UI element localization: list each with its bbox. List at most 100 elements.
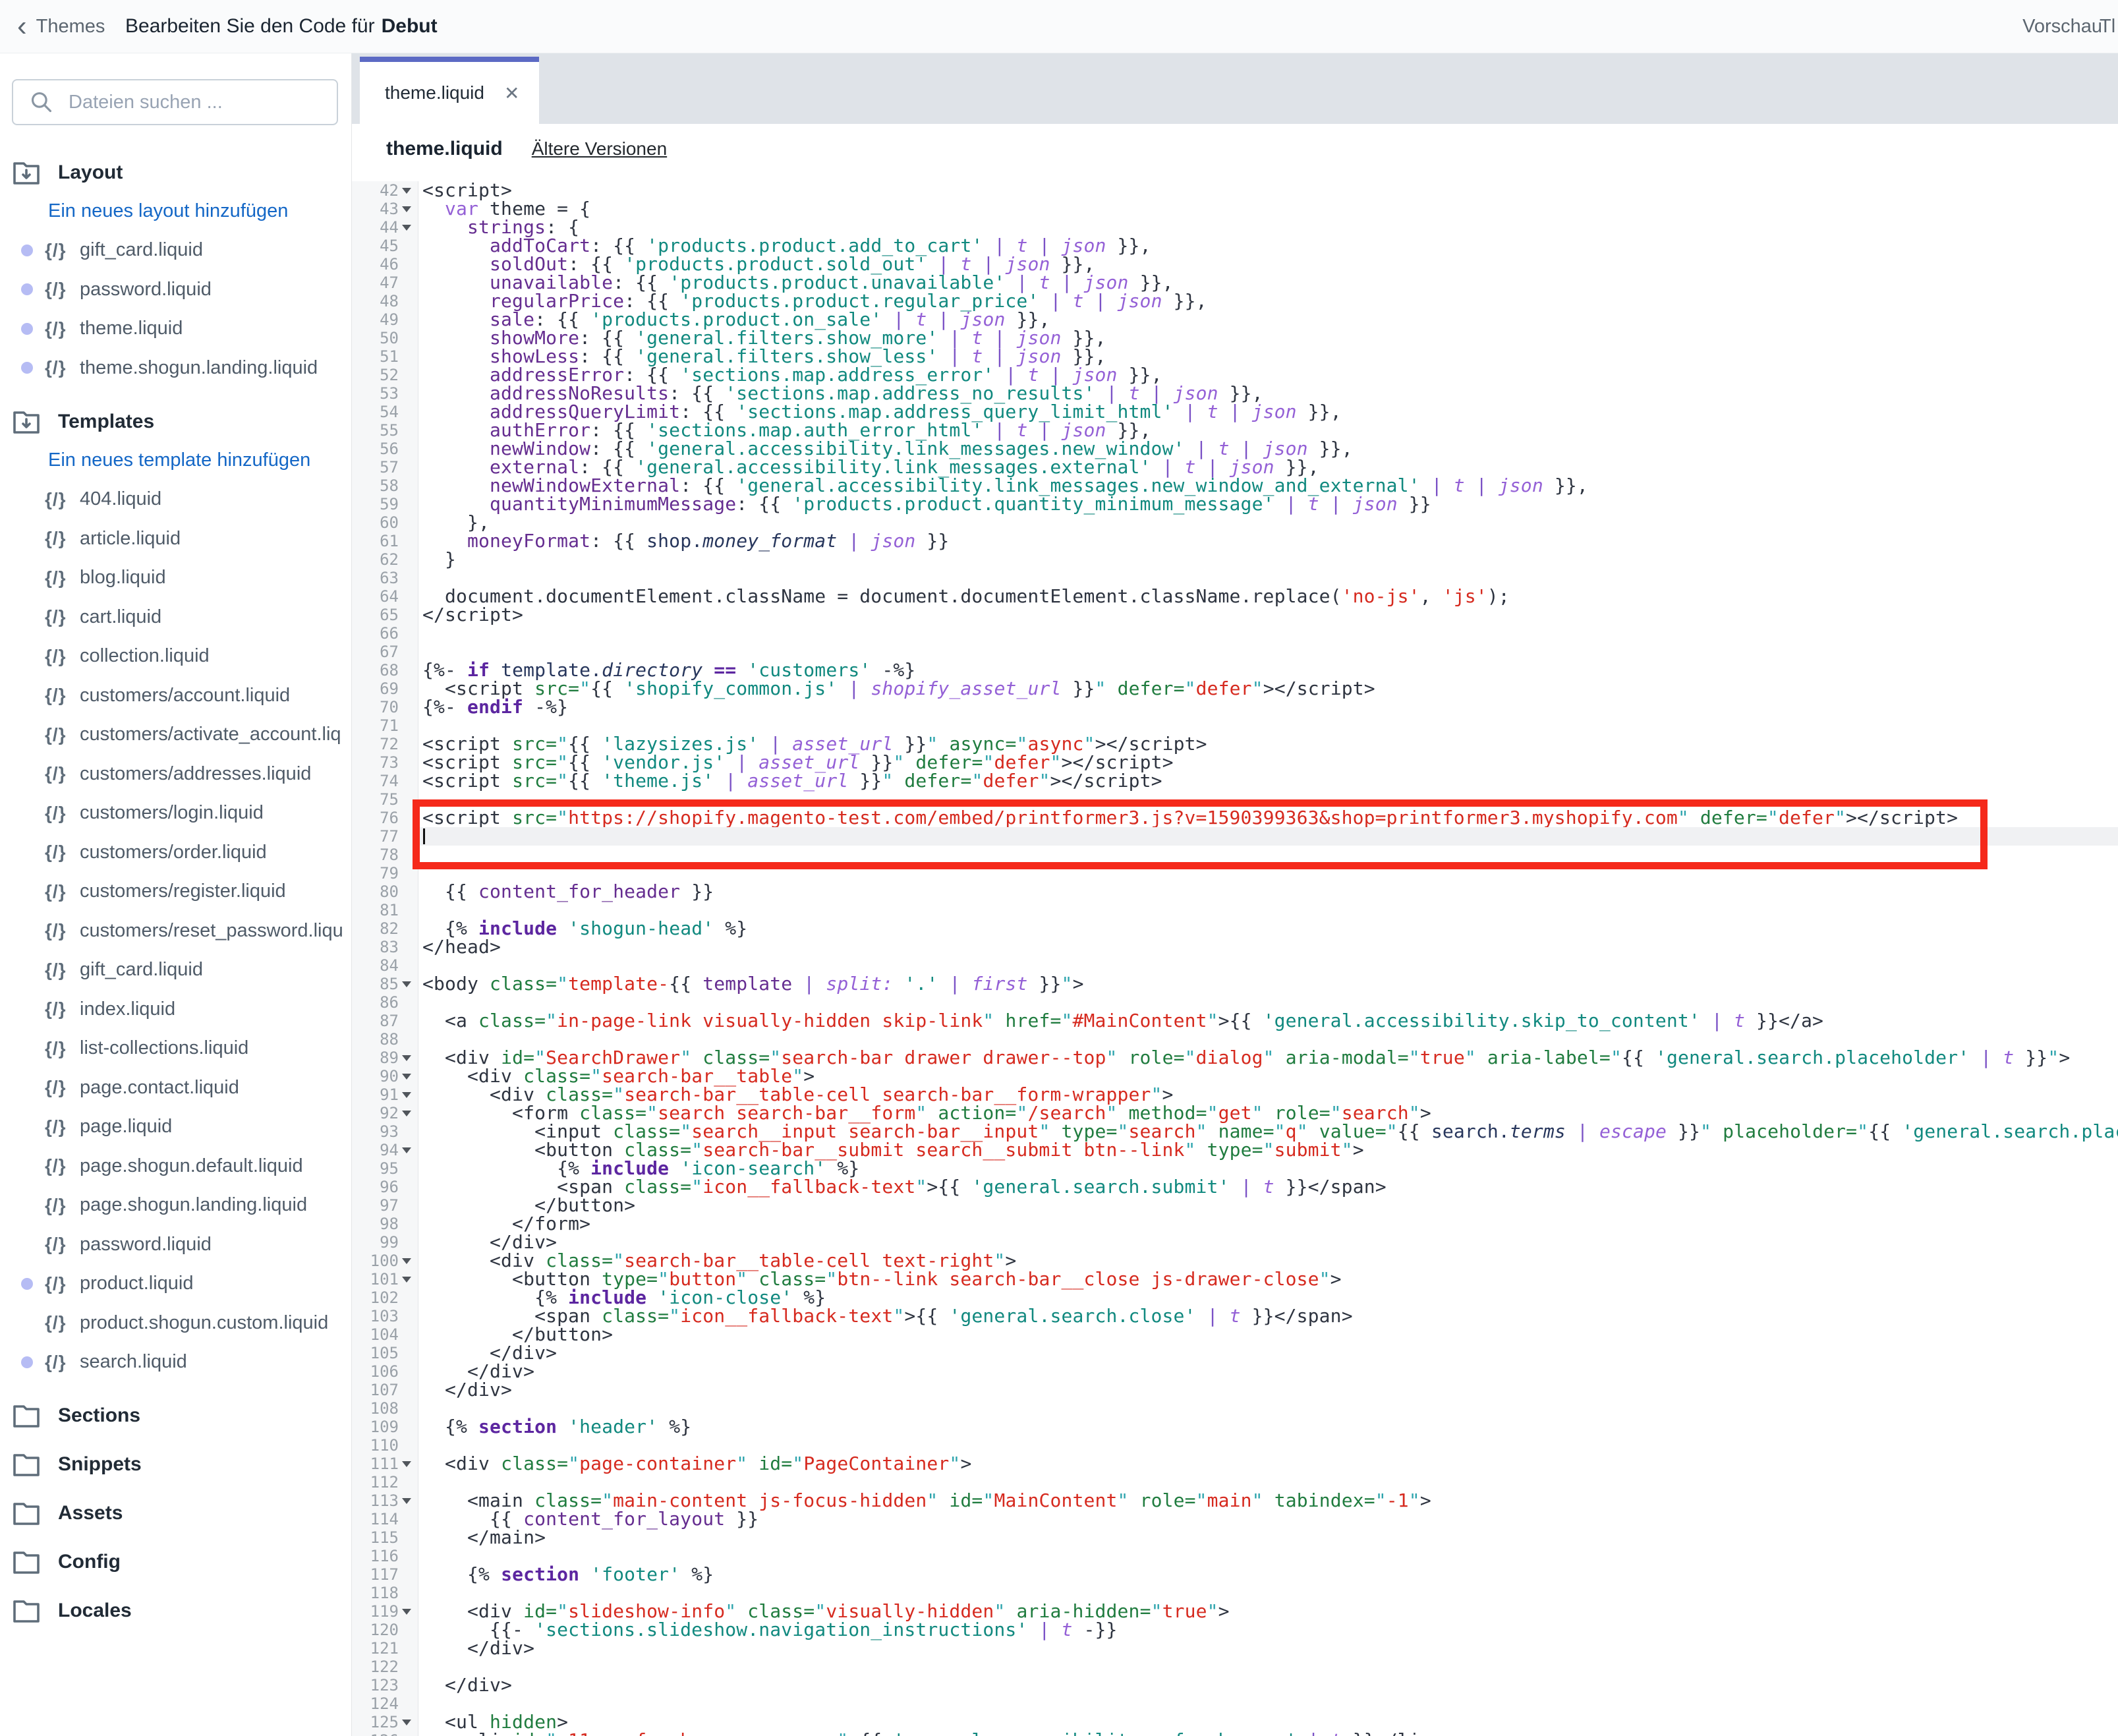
sidebar-folder-sections[interactable]: Sections [0, 1391, 351, 1440]
code-line[interactable]: 64 document.documentElement.className = … [352, 587, 2118, 606]
code-line[interactable]: 44 strings: { [352, 218, 2118, 237]
code-line[interactable]: 119 <div id="slideshow-info" class="visu… [352, 1602, 2118, 1621]
fold-toggle-icon[interactable] [402, 1092, 411, 1098]
code-line[interactable]: 75 [352, 790, 2118, 809]
add-template-link[interactable]: Ein neues template hinzufügen [0, 441, 351, 480]
sidebar-file-item[interactable]: {/}page.shogun.default.liquid [0, 1147, 351, 1186]
code-line[interactable]: 102 {% include 'icon-close' %} [352, 1288, 2118, 1307]
code-line[interactable]: 125 <ul hidden> [352, 1713, 2118, 1731]
code-line[interactable]: 91 <div class="search-bar__table-cell se… [352, 1085, 2118, 1104]
code-line[interactable]: 104 </button> [352, 1325, 2118, 1344]
file-search-box[interactable] [12, 79, 338, 125]
code-line[interactable]: 99 </div> [352, 1233, 2118, 1252]
sidebar-file-item[interactable]: {/}theme.liquid [0, 309, 351, 349]
tab-close-icon[interactable]: ✕ [504, 82, 519, 104]
code-line[interactable]: 42<script> [352, 181, 2118, 200]
code-line[interactable]: 43 var theme = { [352, 200, 2118, 218]
code-line[interactable]: 69 <script src="{{ 'shopify_common.js' |… [352, 680, 2118, 698]
code-line[interactable]: 121 </div> [352, 1639, 2118, 1658]
code-line[interactable]: 124 [352, 1694, 2118, 1713]
sidebar-file-item[interactable]: {/}customers/login.liquid [0, 794, 351, 833]
code-line[interactable]: 48 regularPrice: {{ 'products.product.re… [352, 292, 2118, 310]
code-line[interactable]: 78 [352, 846, 2118, 864]
code-line[interactable]: 55 authError: {{ 'sections.map.auth_erro… [352, 421, 2118, 440]
code-line[interactable]: 87 <a class="in-page-link visually-hidde… [352, 1012, 2118, 1030]
code-line[interactable]: 56 newWindow: {{ 'general.accessibility.… [352, 440, 2118, 458]
code-line[interactable]: 52 addressError: {{ 'sections.map.addres… [352, 366, 2118, 384]
sidebar-folder-snippets[interactable]: Snippets [0, 1440, 351, 1489]
sidebar-folder-locales[interactable]: Locales [0, 1586, 351, 1635]
sidebar-file-item[interactable]: {/}customers/account.liquid [0, 676, 351, 716]
fold-toggle-icon[interactable] [402, 1720, 411, 1725]
theme-actions-clipped[interactable]: Tl [2100, 0, 2115, 53]
code-line[interactable]: 117 {% section 'footer' %} [352, 1565, 2118, 1584]
code-line[interactable]: 45 addToCart: {{ 'products.product.add_t… [352, 237, 2118, 255]
search-input[interactable] [67, 91, 320, 114]
sidebar-file-item[interactable]: {/}gift_card.liquid [0, 231, 351, 270]
code-line[interactable]: 108 [352, 1399, 2118, 1418]
code-line[interactable]: 66 [352, 624, 2118, 643]
code-line[interactable]: 90 <div class="search-bar__table"> [352, 1067, 2118, 1085]
code-line[interactable]: 80 {{ content_for_header }} [352, 882, 2118, 901]
code-line[interactable]: 94 <button class="search-bar__submit sea… [352, 1141, 2118, 1159]
code-line[interactable]: 114 {{ content_for_layout }} [352, 1510, 2118, 1528]
code-line[interactable]: 47 unavailable: {{ 'products.product.una… [352, 274, 2118, 292]
code-line[interactable]: 81 [352, 901, 2118, 919]
fold-toggle-icon[interactable] [402, 1258, 411, 1264]
code-line[interactable]: 85<body class="template-{{ template | sp… [352, 975, 2118, 993]
code-line[interactable]: 113 <main class="main-content js-focus-h… [352, 1491, 2118, 1510]
fold-toggle-icon[interactable] [402, 206, 411, 212]
code-line[interactable]: 103 <span class="icon__fallback-text">{{… [352, 1307, 2118, 1325]
back-to-themes-link[interactable]: ‹ Themes [17, 0, 105, 53]
preview-link[interactable]: Vorschau [2022, 16, 2102, 38]
fold-toggle-icon[interactable] [402, 1111, 411, 1116]
sidebar-file-item[interactable]: {/}customers/order.liquid [0, 833, 351, 873]
code-line[interactable]: 72<script src="{{ 'lazysizes.js' | asset… [352, 735, 2118, 753]
fold-toggle-icon[interactable] [402, 1147, 411, 1153]
code-line[interactable]: 74<script src="{{ 'theme.js' | asset_url… [352, 772, 2118, 790]
code-line[interactable]: 105 </div> [352, 1344, 2118, 1362]
code-line[interactable]: 126 <li id="a11y-refresh-page-message">{… [352, 1731, 2118, 1736]
code-line[interactable]: 54 addressQueryLimit: {{ 'sections.map.a… [352, 403, 2118, 421]
code-line[interactable]: 51 showLess: {{ 'general.filters.show_le… [352, 347, 2118, 366]
code-line[interactable]: 70{%- endif -%} [352, 698, 2118, 716]
sidebar-file-item[interactable]: {/}password.liquid [0, 270, 351, 310]
sidebar-file-item[interactable]: {/}list-collections.liquid [0, 1029, 351, 1068]
code-line[interactable]: 93 <input class="search__input search-ba… [352, 1122, 2118, 1141]
fold-toggle-icon[interactable] [402, 188, 411, 194]
code-line[interactable]: 116 [352, 1547, 2118, 1565]
code-line[interactable]: 109 {% section 'header' %} [352, 1418, 2118, 1436]
code-line[interactable]: 57 external: {{ 'general.accessibility.l… [352, 458, 2118, 477]
sidebar-file-item[interactable]: {/}cart.liquid [0, 598, 351, 637]
code-line[interactable]: 88 [352, 1030, 2118, 1049]
code-line[interactable]: 73<script src="{{ 'vendor.js' | asset_ur… [352, 753, 2118, 772]
code-line[interactable]: 110 [352, 1436, 2118, 1455]
code-line[interactable]: 62 } [352, 550, 2118, 569]
code-line[interactable]: 97 </button> [352, 1196, 2118, 1215]
older-versions-link[interactable]: Ältere Versionen [532, 138, 667, 159]
sidebar-file-item[interactable]: {/}password.liquid [0, 1225, 351, 1265]
code-line[interactable]: 63 [352, 569, 2118, 587]
tab-theme-liquid[interactable]: theme.liquid ✕ [360, 57, 539, 124]
code-line[interactable]: 68{%- if template.directory == 'customer… [352, 661, 2118, 680]
code-editor[interactable]: 42<script>43 var theme = {44 strings: {4… [352, 181, 2118, 1736]
code-line[interactable]: 61 moneyFormat: {{ shop.money_format | j… [352, 532, 2118, 550]
code-line[interactable]: 92 <form class="search search-bar__form"… [352, 1104, 2118, 1122]
add-layout-link[interactable]: Ein neues layout hinzufügen [0, 192, 351, 231]
sidebar-file-item[interactable]: {/}customers/reset_password.liqu [0, 911, 351, 951]
code-line[interactable]: 67 [352, 643, 2118, 661]
code-line[interactable]: 106 </div> [352, 1362, 2118, 1381]
code-line[interactable]: 58 newWindowExternal: {{ 'general.access… [352, 477, 2118, 495]
fold-toggle-icon[interactable] [402, 1055, 411, 1061]
sidebar-file-item[interactable]: {/}customers/register.liquid [0, 872, 351, 911]
code-line[interactable]: 79 [352, 864, 2118, 882]
code-line[interactable]: 98 </form> [352, 1215, 2118, 1233]
sidebar-file-item[interactable]: {/}product.shogun.custom.liquid [0, 1304, 351, 1343]
sidebar-section-layout[interactable]: Layout [0, 153, 351, 192]
code-line[interactable]: 77 [352, 827, 2118, 846]
code-line[interactable]: 122 [352, 1658, 2118, 1676]
sidebar-file-item[interactable]: {/}index.liquid [0, 990, 351, 1029]
code-line[interactable]: 49 sale: {{ 'products.product.on_sale' |… [352, 310, 2118, 329]
code-line[interactable]: 71 [352, 716, 2118, 735]
code-line[interactable]: 83</head> [352, 938, 2118, 956]
